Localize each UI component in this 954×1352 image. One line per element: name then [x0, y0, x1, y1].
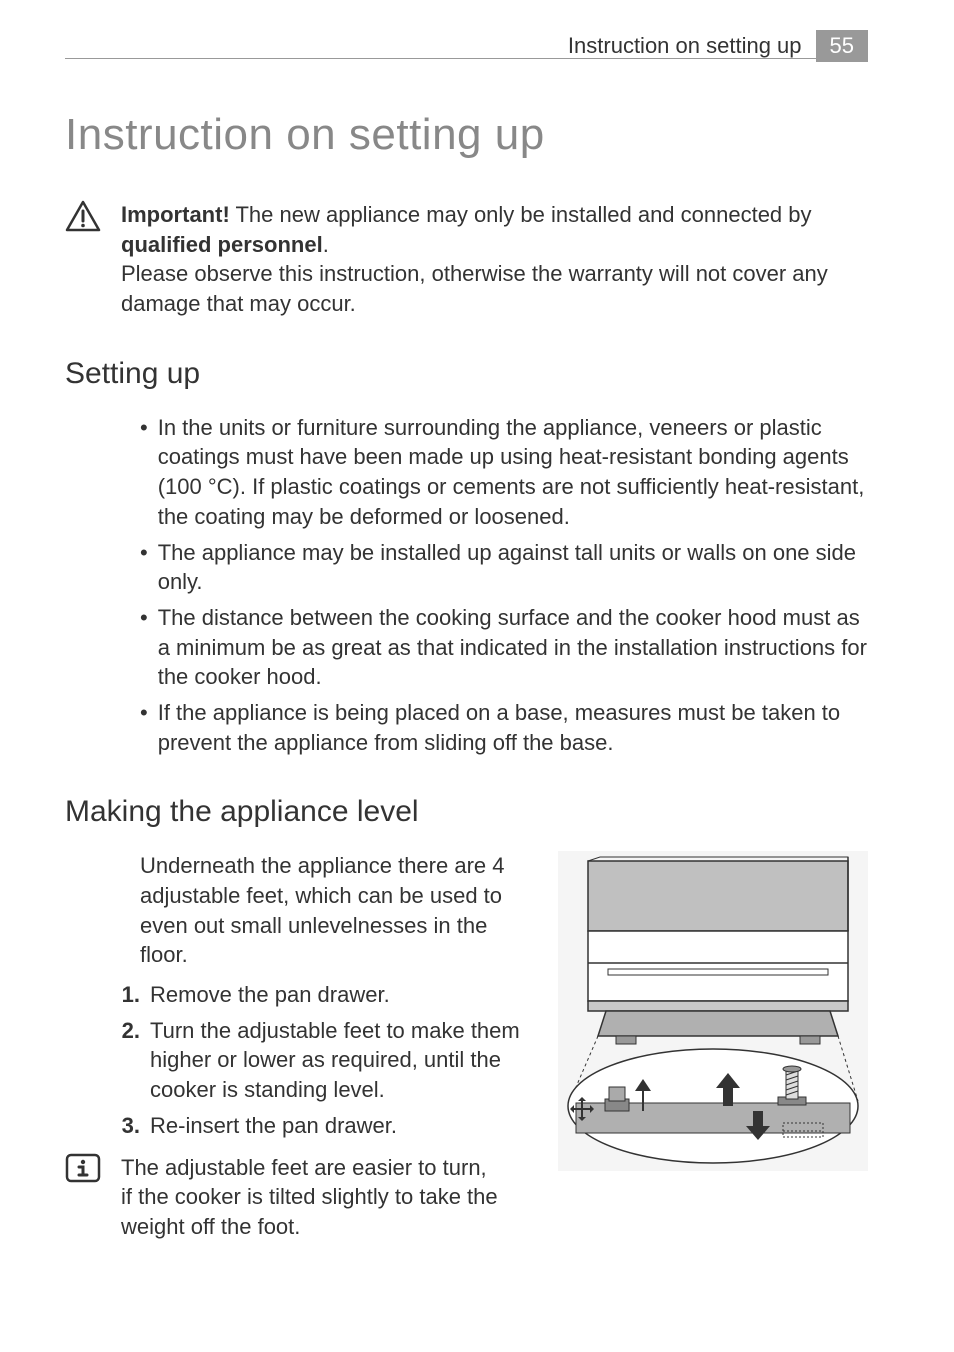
warning-text: Important! The new appliance may only be… [121, 200, 868, 319]
info-text: The adjustable feet are easier to turn, … [121, 1153, 501, 1242]
bullet-item: • The appliance may be installed up agai… [140, 538, 868, 597]
page-title: Instruction on setting up [65, 110, 868, 160]
qualified-personnel: qualified personnel [121, 232, 323, 257]
bullet-item: • In the units or furniture surrounding … [140, 413, 868, 532]
bullet-item: • If the appliance is being placed on a … [140, 698, 868, 757]
numbered-list: 1. Remove the pan drawer. 2. Turn the ad… [120, 980, 535, 1140]
bullet-list-setting-up: • In the units or furniture surrounding … [140, 413, 868, 758]
header-section-title: Instruction on setting up [568, 33, 802, 59]
bullet-icon: • [140, 413, 148, 532]
bullet-item: • The distance between the cooking surfa… [140, 603, 868, 692]
numbered-item: 3. Re-insert the pan drawer. [120, 1111, 535, 1141]
page-content: Instruction on setting up Important! The… [65, 110, 868, 1242]
important-label: Important! [121, 202, 230, 227]
appliance-feet-diagram [558, 851, 868, 1171]
bullet-icon: • [140, 698, 148, 757]
step-number: 1. [120, 980, 140, 1010]
numbered-item: 2. Turn the adjustable feet to make them… [120, 1016, 535, 1105]
numbered-item: 1. Remove the pan drawer. [120, 980, 535, 1010]
bullet-icon: • [140, 603, 148, 692]
header-divider [65, 58, 868, 59]
info-icon [65, 1153, 101, 1183]
bullet-icon: • [140, 538, 148, 597]
step-number: 2. [120, 1016, 140, 1105]
leveling-intro: Underneath the appliance there are 4 adj… [140, 851, 535, 970]
warning-block: Important! The new appliance may only be… [65, 200, 868, 319]
section-heading-setting-up: Setting up [65, 357, 868, 391]
info-block: The adjustable feet are easier to turn, … [65, 1153, 535, 1242]
step-number: 3. [120, 1111, 140, 1141]
leveling-text-column: Underneath the appliance there are 4 adj… [65, 851, 535, 1241]
warning-triangle-icon [65, 200, 101, 232]
section-heading-leveling: Making the appliance level [65, 795, 868, 829]
leveling-section: Underneath the appliance there are 4 adj… [65, 851, 868, 1241]
